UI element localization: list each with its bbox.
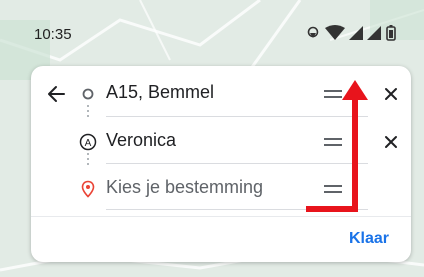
route-dots bbox=[87, 105, 89, 120]
card-divider bbox=[31, 216, 411, 217]
back-arrow-icon[interactable] bbox=[46, 82, 68, 106]
close-icon[interactable] bbox=[381, 132, 401, 152]
field-divider bbox=[106, 209, 368, 210]
field-divider bbox=[106, 116, 368, 117]
signal-icon bbox=[349, 26, 363, 40]
drag-handle-icon[interactable] bbox=[324, 138, 342, 148]
destination-input[interactable]: Kies je bestemming bbox=[106, 177, 263, 198]
drag-handle-icon[interactable] bbox=[324, 185, 342, 195]
drag-handle-icon[interactable] bbox=[324, 90, 342, 100]
route-dots bbox=[87, 153, 89, 168]
close-icon[interactable] bbox=[381, 84, 401, 104]
destination-pin-icon bbox=[81, 180, 95, 198]
directions-card: A15, Bemmel A Veronica Kies je bestemmin… bbox=[31, 66, 411, 262]
done-button[interactable]: Klaar bbox=[349, 230, 389, 248]
svg-text:A: A bbox=[85, 138, 92, 149]
route-stop-destination[interactable]: Kies je bestemming bbox=[31, 169, 411, 211]
field-divider bbox=[106, 163, 368, 164]
wifi-icon bbox=[325, 25, 345, 40]
waypoint-text[interactable]: Veronica bbox=[106, 130, 176, 151]
status-time: 10:35 bbox=[34, 26, 72, 43]
waypoint-a-icon: A bbox=[79, 133, 97, 151]
origin-circle-icon bbox=[82, 88, 94, 100]
status-icons bbox=[307, 25, 396, 41]
status-bar: 10:35 bbox=[0, 0, 424, 50]
signal-icon bbox=[367, 26, 381, 40]
location-icon bbox=[307, 26, 319, 38]
origin-text[interactable]: A15, Bemmel bbox=[106, 82, 214, 103]
battery-icon bbox=[386, 25, 396, 41]
